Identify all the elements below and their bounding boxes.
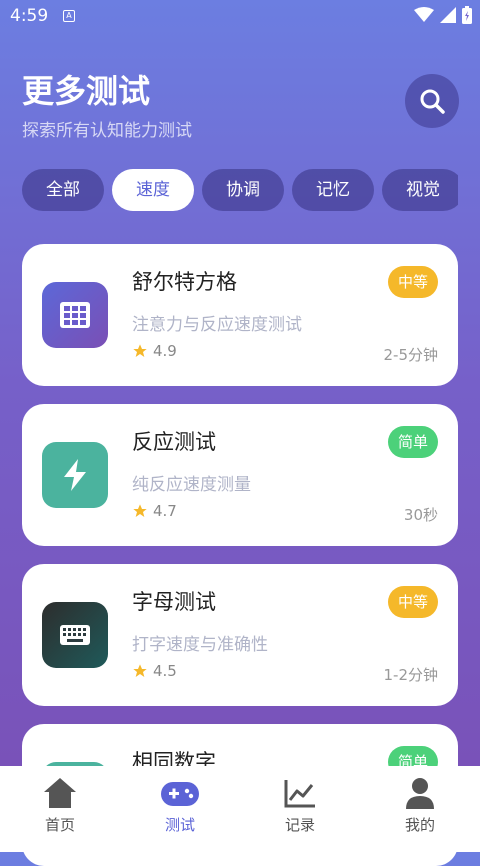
test-duration: 2-5分钟 [383, 346, 439, 364]
grid-icon [60, 302, 90, 328]
test-description: 纯反应速度测量 [132, 475, 251, 495]
test-name: 舒尔特方格 [132, 270, 237, 294]
lightning-icon [64, 459, 86, 491]
nav-label: 首页 [44, 816, 75, 834]
test-description: 打字速度与准确性 [132, 635, 268, 655]
tab-speed[interactable]: 速度 [112, 169, 194, 211]
difficulty-badge: 简单 [387, 426, 438, 458]
test-rating: 4.7 [132, 502, 177, 520]
rating-value: 4.5 [153, 662, 177, 680]
difficulty-badge: 中等 [387, 586, 438, 618]
user-icon [406, 778, 434, 809]
home-icon [44, 778, 76, 808]
nav-label: 我的 [404, 816, 435, 834]
test-icon-container [42, 282, 108, 348]
page-subtitle: 探索所有认知能力测试 [22, 121, 192, 141]
gamepad-icon [161, 782, 199, 806]
nav-profile[interactable]: 我的 [360, 766, 480, 852]
bottom-nav: 首页 测试 记录 我的 [0, 766, 480, 852]
test-icon-container [42, 442, 108, 508]
status-bar: 4:59 A [0, 0, 480, 32]
tab-vision[interactable]: 视觉 [382, 169, 458, 211]
chart-icon [284, 780, 315, 808]
search-button[interactable] [405, 74, 459, 128]
star-icon [133, 344, 147, 357]
status-icons [414, 6, 472, 24]
tab-all[interactable]: 全部 [22, 169, 104, 211]
wifi-icon [414, 7, 434, 22]
keyboard-icon [60, 625, 90, 645]
nav-label: 测试 [164, 816, 195, 834]
star-icon [133, 504, 147, 517]
status-time: 4:59 [10, 6, 49, 26]
page-title: 更多测试 [22, 72, 151, 110]
test-duration: 1-2分钟 [383, 666, 439, 684]
battery-icon [462, 6, 472, 24]
test-description: 注意力与反应速度测试 [132, 315, 302, 335]
tab-memory[interactable]: 记忆 [292, 169, 374, 211]
test-duration: 30秒 [403, 506, 438, 524]
difficulty-badge: 中等 [387, 266, 438, 298]
signal-icon [440, 7, 456, 23]
test-name: 反应测试 [132, 430, 216, 454]
nav-label: 记录 [284, 816, 315, 834]
test-rating: 4.5 [132, 662, 177, 680]
test-card-reaction[interactable]: 反应测试 纯反应速度测量 4.7 30秒 简单 [22, 404, 458, 546]
rating-value: 4.7 [153, 502, 177, 520]
sim-icon: A [63, 10, 75, 22]
category-tabs: 全部 速度 协调 记忆 视觉 [22, 169, 458, 213]
star-icon [133, 664, 147, 677]
test-rating: 4.9 [132, 342, 177, 360]
tab-coordination[interactable]: 协调 [202, 169, 284, 211]
nav-home[interactable]: 首页 [0, 766, 120, 852]
rating-value: 4.9 [153, 342, 177, 360]
test-name: 字母测试 [132, 590, 216, 614]
nav-tests[interactable]: 测试 [120, 766, 240, 852]
test-icon-container [42, 602, 108, 668]
test-card-letters[interactable]: 字母测试 打字速度与准确性 4.5 1-2分钟 中等 [22, 564, 458, 706]
nav-records[interactable]: 记录 [240, 766, 360, 852]
test-card-schulte[interactable]: 舒尔特方格 注意力与反应速度测试 4.9 2-5分钟 中等 [22, 244, 458, 386]
search-icon [420, 89, 445, 114]
